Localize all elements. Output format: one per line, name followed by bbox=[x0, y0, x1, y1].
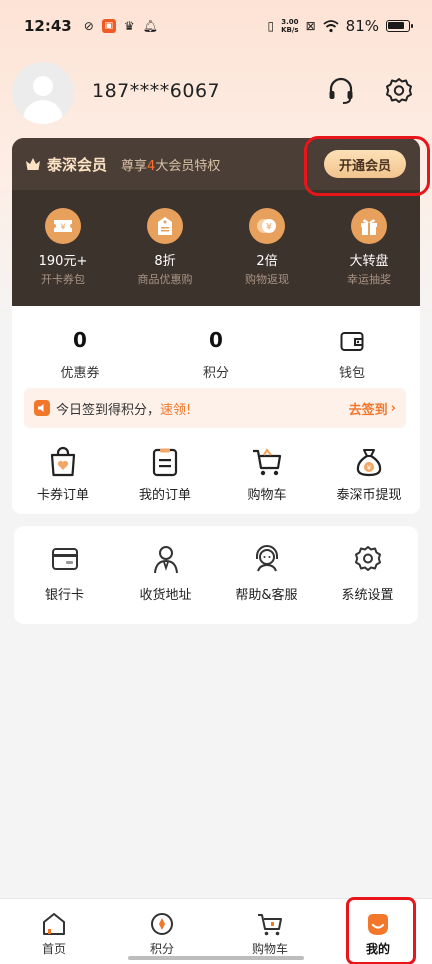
price-tag-icon bbox=[147, 208, 183, 244]
svg-text:¥: ¥ bbox=[266, 223, 272, 233]
gift-box-icon bbox=[351, 208, 387, 244]
user-phone[interactable]: 187****6067 bbox=[92, 80, 220, 102]
customer-service-icon bbox=[255, 545, 278, 572]
shipping-address[interactable]: 收货地址 bbox=[115, 544, 216, 624]
svg-text:¥: ¥ bbox=[60, 223, 65, 232]
system-settings[interactable]: 系统设置 bbox=[317, 544, 418, 624]
vibrate-icon: ▯ bbox=[267, 19, 275, 33]
app-notification-icon: ⊘ bbox=[83, 19, 94, 33]
points-icon bbox=[151, 913, 173, 935]
chevron-right-icon: › bbox=[390, 400, 396, 416]
home-indicator bbox=[128, 956, 304, 960]
ticket-icon: ¥ bbox=[45, 208, 81, 244]
speaker-icon bbox=[34, 400, 50, 416]
benefit-discount[interactable]: 8折 商品优惠购 bbox=[114, 208, 216, 287]
bank-card-icon bbox=[51, 548, 78, 570]
home-icon bbox=[43, 913, 65, 935]
address-icon bbox=[153, 546, 178, 574]
benefit-cashback[interactable]: ¥ 2倍 购物返现 bbox=[216, 208, 318, 287]
crown-notification-icon: ♛ bbox=[123, 19, 135, 33]
wifi-icon bbox=[323, 20, 339, 33]
bottom-nav: 首页 积分 购物车 我的 bbox=[0, 898, 432, 964]
shopping-cart-icon bbox=[253, 448, 282, 476]
checkin-link[interactable]: 去签到 › bbox=[349, 399, 396, 418]
card-orders[interactable]: 卡券订单 bbox=[12, 446, 114, 503]
network-speed: 3.00 KB/s bbox=[281, 18, 299, 34]
benefit-lucky-draw[interactable]: 大转盘 幸运抽奖 bbox=[318, 208, 420, 287]
card-order-icon bbox=[50, 446, 76, 477]
status-time: 12:43 bbox=[24, 17, 72, 35]
points-stat[interactable]: 0 积分 bbox=[148, 328, 284, 381]
nav-cart[interactable]: 购物车 bbox=[216, 899, 324, 964]
coupons-stat[interactable]: 0 优惠券 bbox=[12, 328, 148, 381]
order-list-icon bbox=[152, 448, 178, 477]
bell-icon: 🔔︎ bbox=[142, 19, 158, 33]
nav-home[interactable]: 首页 bbox=[0, 899, 108, 964]
coin-cashback-icon: ¥ bbox=[249, 208, 285, 244]
cart-icon bbox=[258, 914, 282, 936]
settings-gear-icon[interactable] bbox=[384, 76, 414, 106]
avatar[interactable] bbox=[12, 62, 74, 124]
membership-benefits: ¥ 190元+ 开卡券包 8折 商品优惠购 ¥ 2倍 购物返现 大转盘 幸运抽奖 bbox=[12, 190, 420, 287]
membership-card: 泰深会员 尊享4大会员特权 开通会员 ¥ 190元+ 开卡券包 8折 商品优惠购… bbox=[12, 138, 420, 306]
membership-name: 泰深会员 bbox=[47, 155, 108, 174]
checkin-text: 今日签到得积分，速领! bbox=[56, 402, 192, 418]
shopping-cart[interactable]: 购物车 bbox=[216, 446, 318, 503]
nav-points[interactable]: 积分 bbox=[108, 899, 216, 964]
app-badge-icon: ▣ bbox=[101, 19, 116, 33]
svg-text:¥: ¥ bbox=[367, 464, 372, 472]
wallet-stat[interactable]: 钱包 bbox=[284, 328, 420, 381]
orders-row: 卡券订单 我的订单 购物车 ¥ 泰深币提现 bbox=[12, 446, 420, 503]
wallet-icon bbox=[340, 332, 364, 351]
no-sim-icon: ⊠ bbox=[305, 19, 316, 33]
settings-icon bbox=[354, 546, 381, 571]
headset-icon[interactable] bbox=[326, 76, 356, 106]
assets-card: 0 优惠券 0 积分 钱包 今日签到得积分，速领! 去签到 › 卡券订单 我的订… bbox=[12, 306, 420, 514]
member-crown-icon bbox=[26, 158, 40, 170]
profile-icon bbox=[368, 914, 388, 935]
nav-mine[interactable]: 我的 bbox=[324, 899, 432, 964]
help-and-support[interactable]: 帮助&客服 bbox=[216, 544, 317, 624]
coin-withdraw[interactable]: ¥ 泰深币提现 bbox=[318, 446, 420, 503]
services-card: 银行卡 收货地址 帮助&客服 系统设置 bbox=[14, 526, 418, 624]
money-bag-icon: ¥ bbox=[356, 449, 382, 477]
bank-card[interactable]: 银行卡 bbox=[14, 544, 115, 624]
status-bar: 12:43 ⊘ ▣ ♛ 🔔︎ ▯ 3.00 KB/s ⊠ 81% bbox=[0, 0, 432, 52]
checkin-banner[interactable]: 今日签到得积分，速领! 去签到 › bbox=[24, 388, 406, 428]
benefit-coupon-pack[interactable]: ¥ 190元+ 开卡券包 bbox=[12, 208, 114, 287]
open-membership-button[interactable]: 开通会员 bbox=[324, 150, 406, 178]
membership-privilege: 尊享4大会员特权 bbox=[121, 158, 221, 174]
battery-percent: 81% bbox=[345, 17, 379, 35]
my-orders[interactable]: 我的订单 bbox=[114, 446, 216, 503]
battery-icon bbox=[386, 20, 413, 32]
